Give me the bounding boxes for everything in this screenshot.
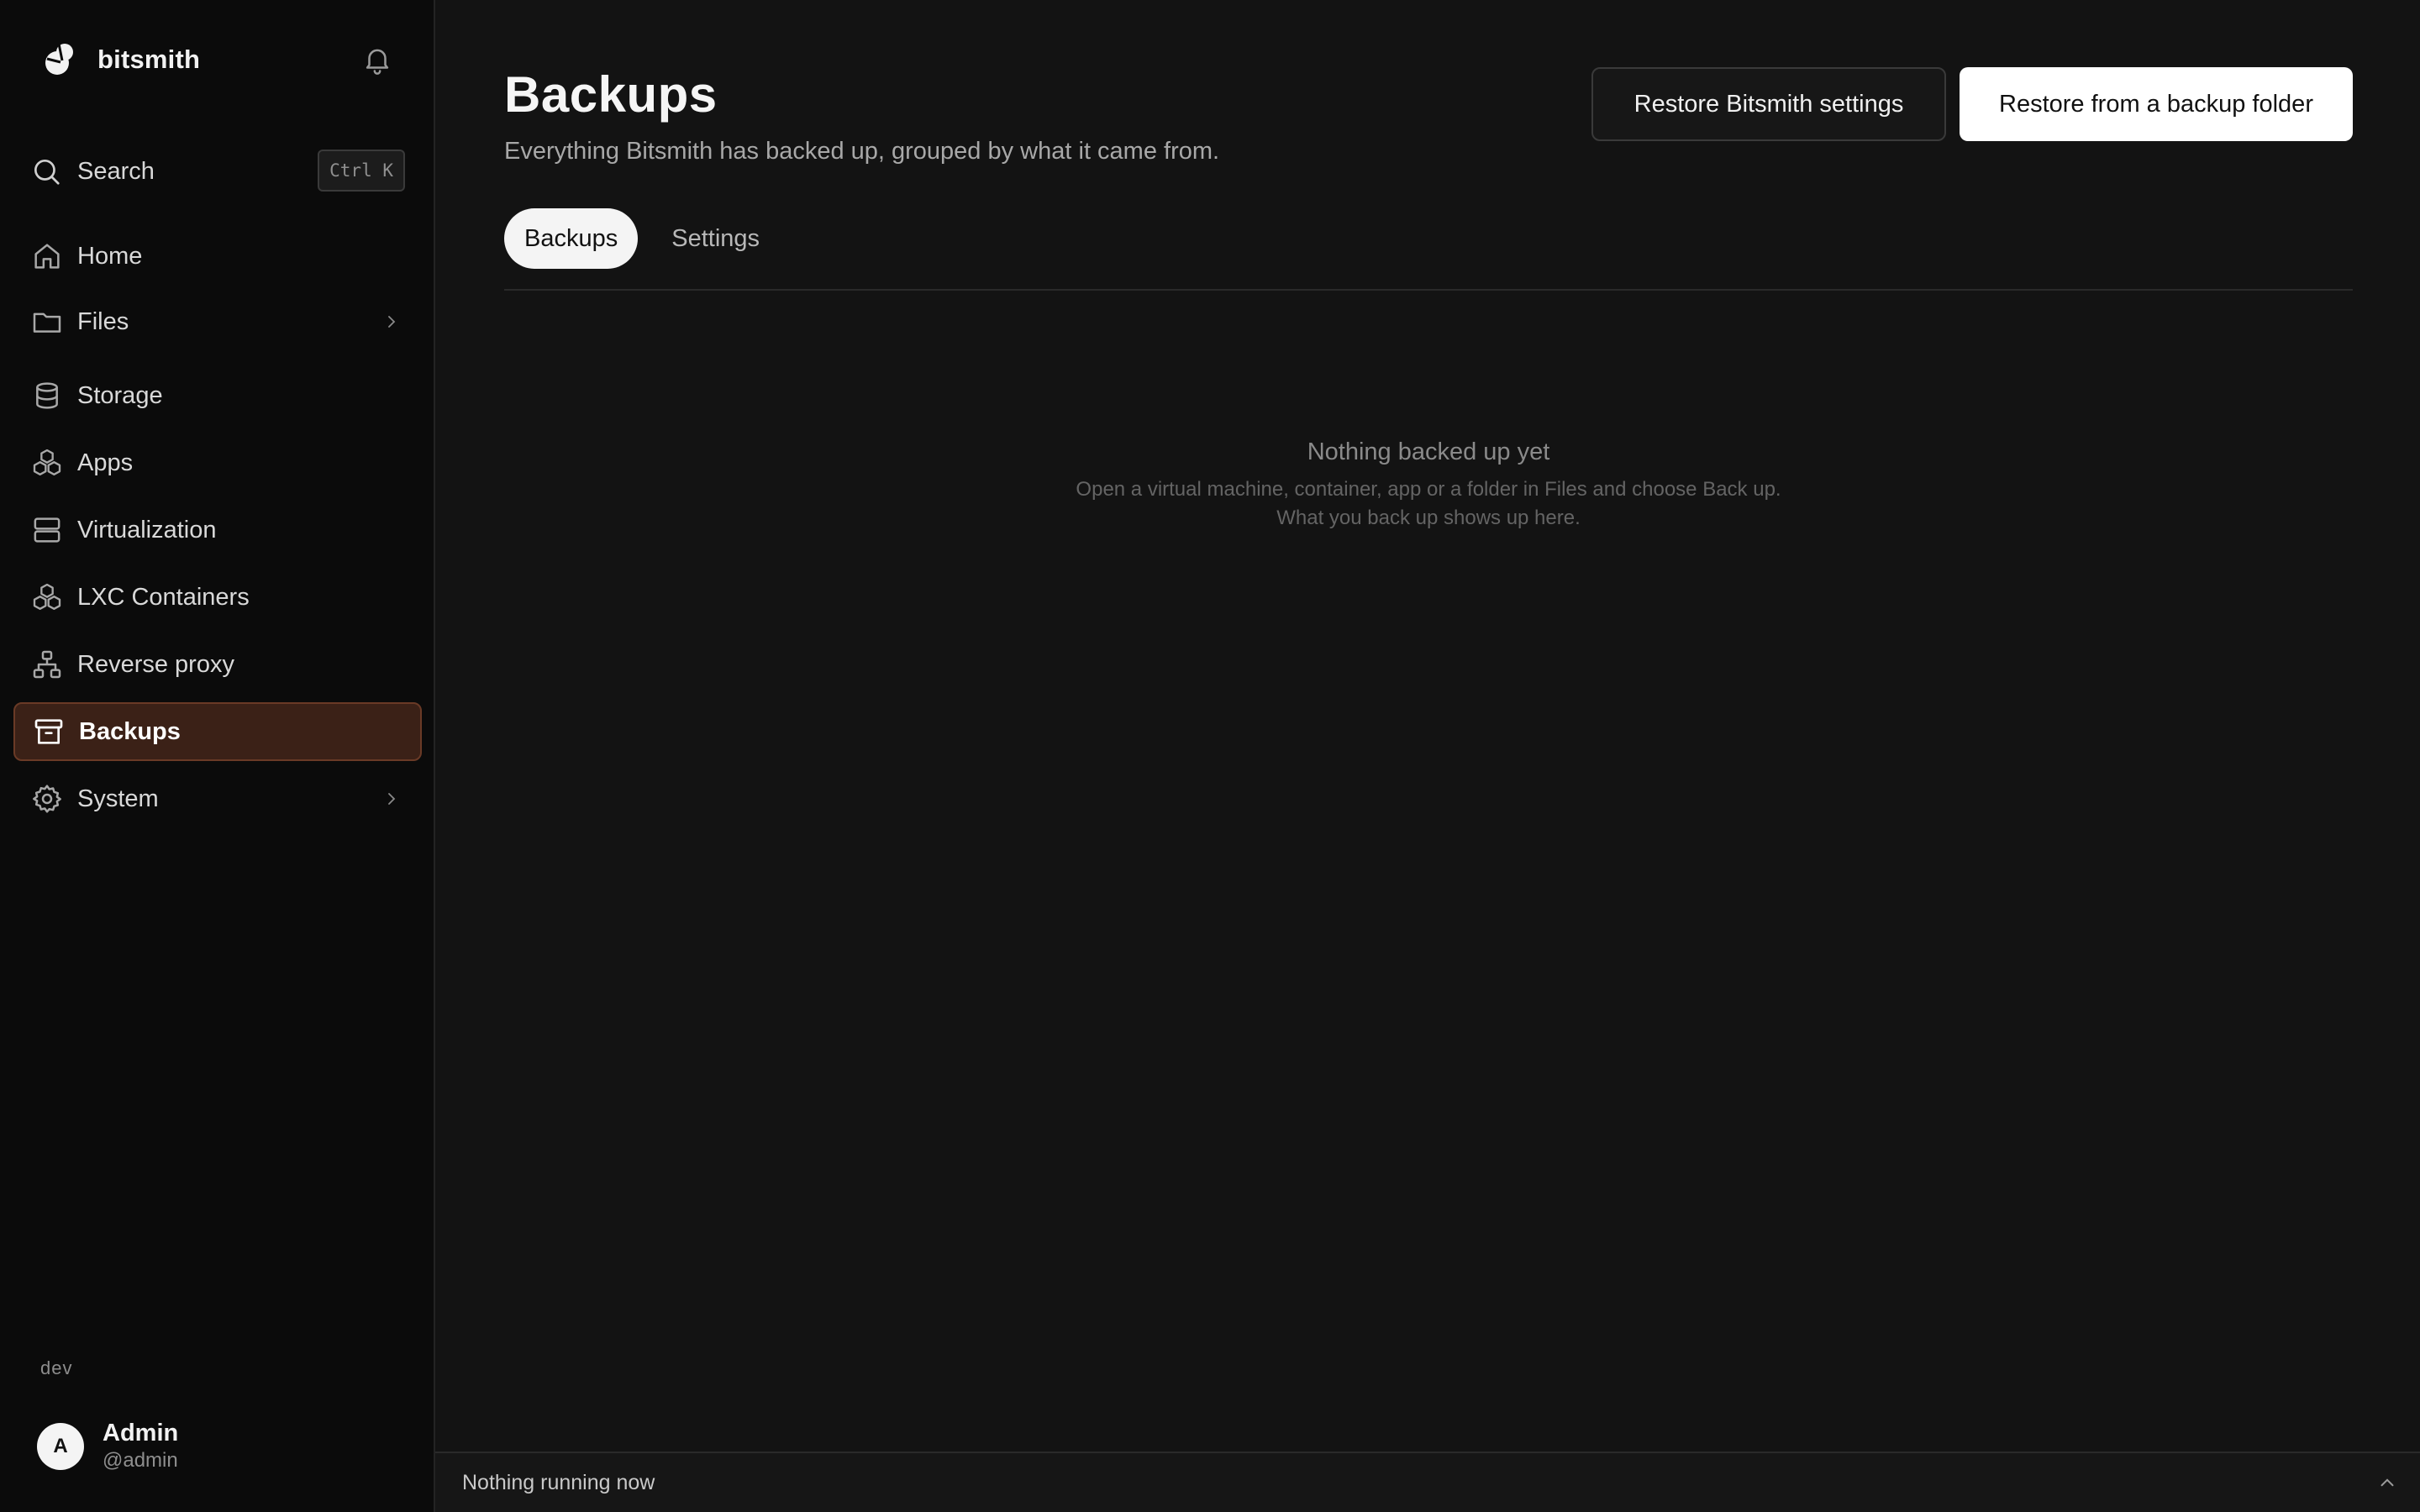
empty-state-hint: What you back up shows up here. [1276,507,1581,529]
restore-settings-button[interactable]: Restore Bitsmith settings [1591,67,1946,141]
activity-status-bar[interactable]: Nothing running now [435,1452,2420,1512]
sidebar-item-reverse-proxy[interactable]: Reverse proxy [13,635,422,694]
empty-state: Nothing backed up yet Open a virtual mac… [504,438,2353,530]
empty-state-title: Nothing backed up yet [1307,438,1550,465]
archive-icon [34,719,63,744]
home-icon [34,244,60,269]
database-icon [36,382,58,409]
sidebar-item-storage[interactable]: Storage [13,366,422,425]
sidebar-item-label: Backups [79,717,181,745]
search-shortcut-badge: Ctrl K [318,150,405,192]
sidebar-item-apps[interactable]: Apps [13,433,422,492]
tab-backups[interactable]: Backups [504,208,639,269]
avatar: A [37,1422,84,1470]
server-icon [34,517,60,543]
chevron-right-icon [388,793,396,805]
notifications-bell-icon[interactable] [361,44,393,76]
sidebar-item-label: Reverse proxy [77,650,234,678]
sidebar-item-files[interactable]: Files [13,292,422,351]
sidebar-item-label: Files [77,307,129,335]
folder-icon [33,312,61,333]
chevron-right-icon [388,316,396,328]
sidebar-item-label: Storage [77,381,163,409]
tabs-divider [504,289,2353,291]
environment-label: dev [40,1357,73,1378]
user-info: Admin @admin [103,1420,178,1473]
user-name: Admin [103,1420,179,1446]
page-title: Backups [504,66,718,123]
brand-name: bitsmith [97,45,201,74]
page-subtitle: Everything Bitsmith has backed up, group… [504,138,1220,165]
search-label: Search [77,157,155,185]
sidebar-item-backups[interactable]: Backups [13,702,422,761]
gear-icon [33,785,61,813]
sidebar-item-label: Home [77,242,143,270]
sidebar-item-label: LXC Containers [77,583,250,611]
search-button[interactable]: Search Ctrl K [30,148,405,195]
app-window: bitsmith Search Ctrl K Home Files Storag… [0,0,2420,1512]
empty-state-hint: Open a virtual machine, container, app o… [1076,478,1781,501]
chevron-up-icon[interactable] [2376,1472,2398,1494]
tab-settings[interactable]: Settings [651,208,780,269]
sidebar-item-virtualization[interactable]: Virtualization [13,501,422,559]
bitsmith-logo-icon [45,43,73,75]
sidebar-item-label: Apps [77,449,134,476]
user-profile[interactable]: A Admin @admin [37,1420,178,1473]
sidebar-item-label: System [77,785,159,812]
boxes-icon [33,449,61,475]
sidebar-item-lxc-containers[interactable]: LXC Containers [13,568,422,627]
main-content: Backups Everything Bitsmith has backed u… [435,0,2420,1512]
sidebar-item-label: Virtualization [77,516,217,543]
sidebar-item-home[interactable]: Home [13,227,422,286]
search-icon [34,159,60,185]
sidebar-item-system[interactable]: System [13,769,422,828]
sidebar: bitsmith Search Ctrl K Home Files Storag… [0,0,435,1512]
brand[interactable]: bitsmith [40,40,200,79]
status-text: Nothing running now [462,1470,655,1494]
tab-bar: Backups Settings [504,208,780,269]
network-icon [33,650,61,679]
boxes-icon [33,583,61,610]
user-handle: @admin [103,1449,178,1472]
restore-from-folder-button[interactable]: Restore from a backup folder [1960,67,2353,141]
